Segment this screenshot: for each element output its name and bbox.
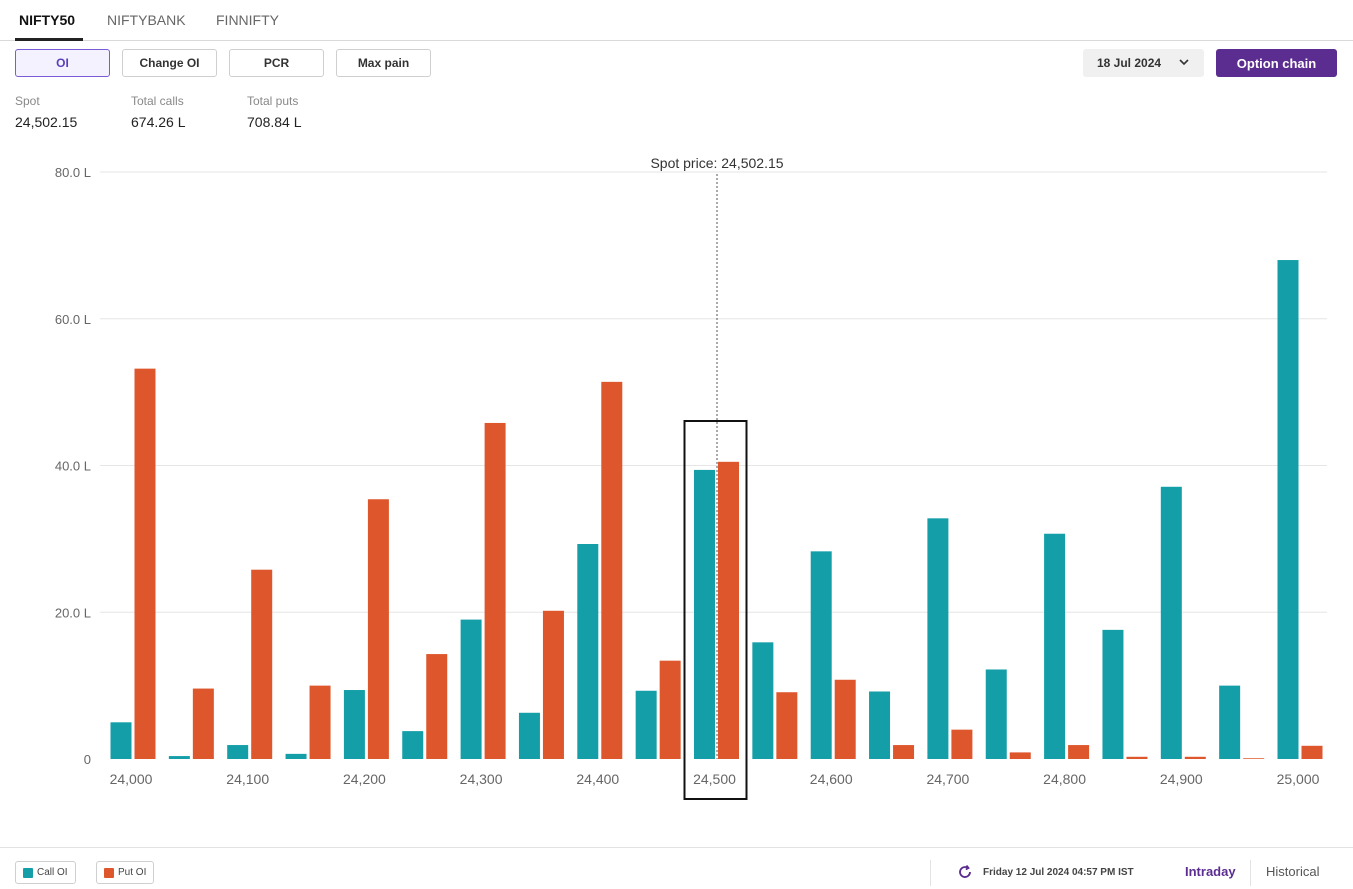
- put-oi-bar: [1184, 756, 1206, 759]
- pcr-button[interactable]: PCR: [229, 49, 324, 77]
- x-tick-label: 24,600: [810, 771, 853, 787]
- put-oi-bar: [251, 569, 273, 759]
- put-oi-bar: [1243, 758, 1265, 759]
- put-oi-bar: [601, 381, 623, 759]
- call-oi-bar: [343, 690, 365, 759]
- total-calls-label: Total calls: [131, 94, 184, 108]
- x-tick-label: 24,900: [1160, 771, 1203, 787]
- x-tick-label: 25,000: [1277, 771, 1320, 787]
- total-calls-value: 674.26 L: [131, 114, 186, 130]
- total-puts-value: 708.84 L: [247, 114, 302, 130]
- put-oi-bar: [893, 745, 915, 759]
- y-tick-label: 0: [84, 752, 91, 767]
- y-tick-label: 80.0 L: [55, 165, 91, 180]
- footer-bar: Call OI Put OI Friday 12 Jul 2024 04:57 …: [0, 847, 1353, 889]
- put-oi-bar: [367, 499, 389, 759]
- call-oi-bar: [460, 619, 482, 759]
- total-calls-stat: Total calls 674.26 L: [131, 94, 186, 130]
- intraday-toggle[interactable]: Intraday: [1185, 864, 1236, 879]
- put-oi-bar: [309, 685, 331, 759]
- footer-divider-2: [1250, 860, 1251, 886]
- call-oi-bar: [1219, 685, 1241, 759]
- legend-call-oi[interactable]: Call OI: [15, 861, 76, 884]
- put-oi-swatch: [104, 867, 114, 878]
- x-tick-label: 24,700: [926, 771, 969, 787]
- call-oi-bar: [227, 745, 249, 759]
- chevron-down-icon: [1179, 59, 1189, 66]
- expiry-select[interactable]: 18 Jul 2024: [1083, 49, 1204, 77]
- call-oi-bar: [635, 690, 657, 759]
- call-oi-bar: [402, 731, 424, 759]
- put-oi-bar: [834, 679, 856, 759]
- change-oi-button[interactable]: Change OI: [122, 49, 217, 77]
- x-tick-label: 24,800: [1043, 771, 1086, 787]
- x-tick-label: 24,300: [460, 771, 503, 787]
- tab-niftybank[interactable]: NIFTYBANK: [107, 12, 186, 28]
- x-tick-label: 24,000: [110, 771, 153, 787]
- tab-nifty50[interactable]: NIFTY50: [19, 12, 75, 28]
- historical-toggle[interactable]: Historical: [1266, 864, 1319, 879]
- call-oi-bar: [1160, 486, 1182, 759]
- call-oi-bar: [518, 712, 540, 759]
- footer-divider: [930, 860, 931, 886]
- call-oi-bar: [285, 753, 307, 759]
- spot-stat: Spot 24,502.15: [15, 94, 77, 130]
- put-oi-bar: [1009, 752, 1031, 759]
- put-oi-bar: [1126, 756, 1148, 759]
- option-chain-button[interactable]: Option chain: [1216, 49, 1337, 77]
- legend-put-label: Put OI: [118, 867, 147, 878]
- legend-call-label: Call OI: [37, 867, 68, 878]
- x-tick-label: 24,200: [343, 771, 386, 787]
- max-pain-button[interactable]: Max pain: [336, 49, 431, 77]
- call-oi-bar: [869, 691, 891, 759]
- put-oi-bar: [1068, 745, 1090, 759]
- call-oi-bar: [1277, 260, 1299, 759]
- put-oi-bar: [134, 368, 156, 759]
- active-tab-indicator: [15, 38, 83, 41]
- call-oi-bar: [1044, 533, 1066, 759]
- call-oi-bar: [694, 469, 715, 759]
- total-puts-label: Total puts: [247, 94, 299, 108]
- spot-label: Spot: [15, 94, 40, 108]
- call-oi-bar: [810, 551, 832, 759]
- put-oi-bar: [426, 654, 448, 759]
- call-oi-bar: [1102, 629, 1124, 759]
- y-tick-label: 40.0 L: [55, 459, 91, 474]
- call-oi-swatch: [23, 867, 33, 878]
- oi-bar-chart: 0 20.0 L 40.0 L 60.0 L 80.0 L 24,000 24,100 24,…: [55, 155, 1327, 800]
- oi-button[interactable]: OI: [15, 49, 110, 77]
- put-oi-bar: [542, 610, 564, 759]
- call-oi-bar: [752, 642, 774, 759]
- put-oi-bar: [1301, 745, 1323, 759]
- x-tick-label: 24,400: [576, 771, 619, 787]
- put-oi-bar: [951, 729, 973, 759]
- last-updated-timestamp: Friday 12 Jul 2024 04:57 PM IST: [983, 867, 1134, 878]
- put-oi-bar: [192, 688, 214, 759]
- put-oi-bar: [718, 461, 739, 759]
- total-puts-stat: Total puts 708.84 L: [247, 94, 302, 130]
- x-tick-label: 24,100: [226, 771, 269, 787]
- tab-finnifty[interactable]: FINNIFTY: [216, 12, 279, 28]
- spot-price-annotation: Spot price: 24,502.15: [650, 155, 783, 171]
- put-oi-bar: [776, 692, 798, 759]
- call-oi-bar: [985, 669, 1007, 759]
- index-tabs: NIFTY50 NIFTYBANK FINNIFTY: [0, 0, 1353, 41]
- spot-value: 24,502.15: [15, 114, 78, 130]
- call-oi-bar: [168, 756, 190, 759]
- y-tick-label: 60.0 L: [55, 312, 91, 327]
- put-oi-bar: [659, 660, 681, 759]
- call-oi-bar: [110, 722, 132, 759]
- x-tick-label: 24,500: [693, 771, 736, 787]
- call-oi-bar: [927, 518, 949, 759]
- put-oi-bar: [484, 422, 506, 759]
- legend-put-oi[interactable]: Put OI: [96, 861, 155, 884]
- refresh-icon[interactable]: [957, 864, 973, 880]
- y-tick-label: 20.0 L: [55, 605, 91, 620]
- expiry-selected-value: 18 Jul 2024: [1097, 56, 1162, 70]
- call-oi-bar: [577, 544, 599, 759]
